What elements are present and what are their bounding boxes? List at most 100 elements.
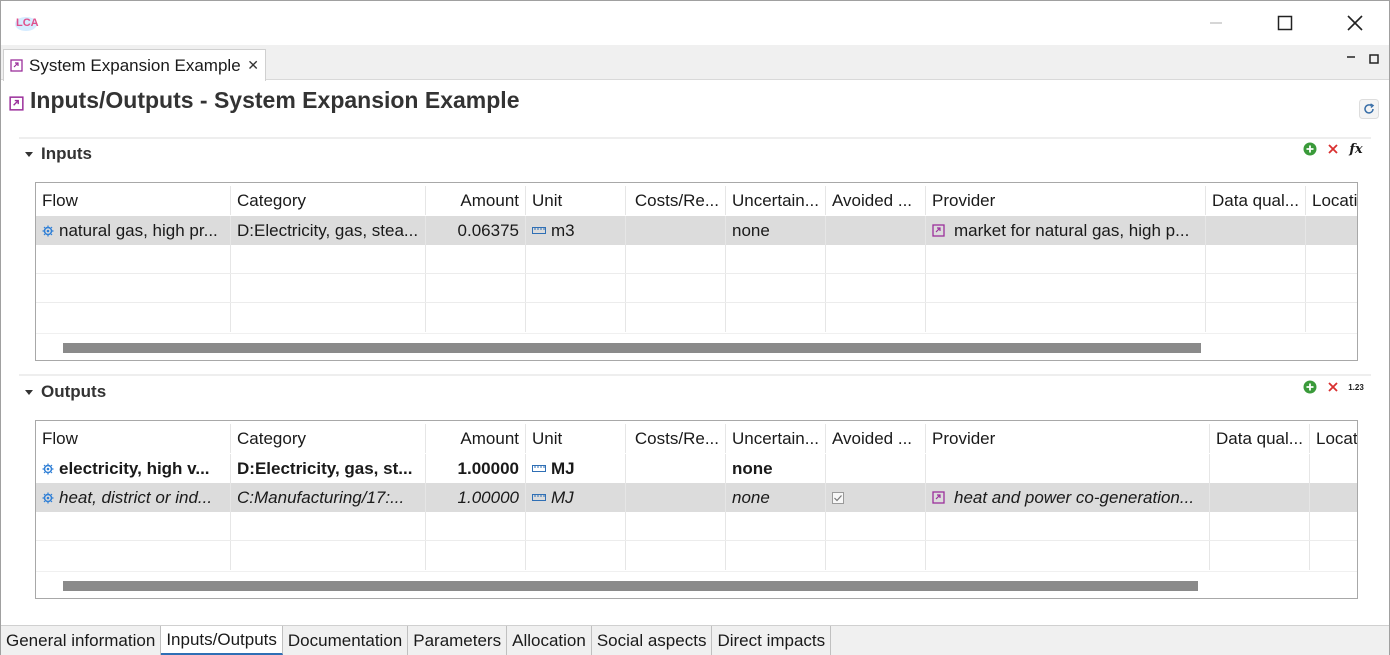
tab-general-information[interactable]: General information bbox=[1, 626, 162, 655]
col-header-data-quality[interactable]: Data qual... bbox=[1206, 186, 1306, 215]
unit-ruler-icon bbox=[532, 465, 546, 472]
unit-ruler-icon bbox=[532, 494, 546, 501]
scrollbar-thumb[interactable] bbox=[63, 581, 1198, 591]
editor-tab-system-expansion[interactable]: System Expansion Example ✕ bbox=[3, 49, 266, 81]
flow-cell[interactable]: natural gas, high pr... bbox=[36, 216, 231, 245]
col-header-costs[interactable]: Costs/Re... bbox=[626, 186, 726, 215]
outputs-toolbar: 1.23 bbox=[1303, 380, 1364, 394]
tab-allocation[interactable]: Allocation bbox=[507, 626, 592, 655]
col-header-avoided[interactable]: Avoided ... bbox=[826, 186, 926, 215]
data-quality-cell[interactable] bbox=[1206, 216, 1306, 245]
process-icon bbox=[9, 96, 24, 111]
maximize-editor-icon[interactable] bbox=[1368, 53, 1380, 65]
flow-cell[interactable]: heat, district or ind... bbox=[36, 483, 231, 512]
remove-output-button[interactable] bbox=[1326, 380, 1340, 394]
avoided-cell[interactable] bbox=[826, 483, 926, 512]
location-cell[interactable] bbox=[1310, 454, 1357, 483]
inputs-section-toggle[interactable]: Inputs bbox=[25, 144, 92, 164]
data-quality-cell[interactable] bbox=[1210, 454, 1310, 483]
provider-cell[interactable] bbox=[926, 454, 1210, 483]
location-cell[interactable] bbox=[1306, 216, 1357, 245]
uncertainty-cell[interactable]: none bbox=[726, 483, 826, 512]
amount-cell[interactable]: 1.00000 bbox=[426, 454, 526, 483]
formula-button[interactable]: fx bbox=[1349, 142, 1363, 157]
minimize-icon bbox=[1210, 22, 1222, 24]
number-format-icon: 1.23 bbox=[1348, 382, 1364, 392]
maximize-button[interactable] bbox=[1250, 1, 1320, 45]
unit-cell[interactable]: m3 bbox=[526, 216, 626, 245]
tab-social-aspects[interactable]: Social aspects bbox=[591, 626, 713, 655]
inputs-horizontal-scrollbar[interactable] bbox=[36, 333, 1357, 360]
col-header-unit[interactable]: Unit bbox=[526, 186, 626, 215]
avoided-checkbox-icon[interactable] bbox=[832, 491, 844, 504]
col-header-location[interactable]: Locat bbox=[1310, 424, 1357, 453]
flow-name: natural gas, high pr... bbox=[59, 220, 218, 240]
category-cell[interactable]: C:Manufacturing/17:... bbox=[231, 483, 426, 512]
costs-cell[interactable] bbox=[626, 454, 726, 483]
tab-inputs-outputs[interactable]: Inputs/Outputs bbox=[161, 626, 283, 655]
refresh-icon[interactable] bbox=[1359, 99, 1379, 119]
number-format-button[interactable]: 1.23 bbox=[1348, 380, 1364, 394]
col-header-avoided[interactable]: Avoided ... bbox=[826, 424, 926, 453]
flow-gear-icon bbox=[42, 492, 54, 503]
col-header-flow[interactable]: Flow bbox=[36, 186, 231, 215]
table-row[interactable]: natural gas, high pr... D:Electricity, g… bbox=[36, 216, 1357, 245]
col-header-costs[interactable]: Costs/Re... bbox=[626, 424, 726, 453]
avoided-cell[interactable] bbox=[826, 454, 926, 483]
col-header-uncertainty[interactable]: Uncertain... bbox=[726, 186, 826, 215]
col-header-data-quality[interactable]: Data qual... bbox=[1210, 424, 1310, 453]
location-cell[interactable] bbox=[1310, 483, 1357, 512]
editor-tab-strip: System Expansion Example ✕ bbox=[1, 45, 1389, 81]
close-window-button[interactable] bbox=[1320, 1, 1390, 45]
add-output-button[interactable] bbox=[1303, 380, 1317, 394]
uncertainty-cell[interactable]: none bbox=[726, 216, 826, 245]
close-icon bbox=[1347, 15, 1363, 31]
empty-row bbox=[36, 512, 1357, 541]
provider-cell[interactable]: market for natural gas, high p... bbox=[926, 216, 1206, 245]
col-header-uncertainty[interactable]: Uncertain... bbox=[726, 424, 826, 453]
tab-parameters[interactable]: Parameters bbox=[408, 626, 508, 655]
outputs-horizontal-scrollbar[interactable] bbox=[36, 571, 1357, 598]
col-header-flow[interactable]: Flow bbox=[36, 424, 231, 453]
table-row[interactable]: electricity, high v... D:Electricity, ga… bbox=[36, 454, 1357, 483]
close-tab-icon[interactable]: ✕ bbox=[247, 57, 259, 74]
col-header-provider[interactable]: Provider bbox=[926, 186, 1206, 215]
col-header-location[interactable]: Locati bbox=[1306, 186, 1357, 215]
scrollbar-thumb[interactable] bbox=[63, 343, 1201, 353]
col-header-amount[interactable]: Amount bbox=[426, 186, 526, 215]
data-quality-cell[interactable] bbox=[1210, 483, 1310, 512]
inputs-header-row: Flow Category Amount Unit Costs/Re... Un… bbox=[36, 186, 1357, 215]
remove-icon bbox=[1328, 144, 1338, 154]
uncertainty-cell[interactable]: none bbox=[726, 454, 826, 483]
amount-cell[interactable]: 1.00000 bbox=[426, 483, 526, 512]
col-header-unit[interactable]: Unit bbox=[526, 424, 626, 453]
provider-cell[interactable]: heat and power co-generation... bbox=[926, 483, 1210, 512]
avoided-cell[interactable] bbox=[826, 216, 926, 245]
outputs-section-toggle[interactable]: Outputs bbox=[25, 382, 106, 402]
unit-cell[interactable]: MJ bbox=[526, 454, 626, 483]
tab-documentation[interactable]: Documentation bbox=[282, 626, 409, 655]
svg-text:LCA: LCA bbox=[16, 17, 39, 29]
table-row[interactable]: heat, district or ind... C:Manufacturing… bbox=[36, 483, 1357, 512]
empty-row bbox=[36, 303, 1357, 332]
category-cell[interactable]: D:Electricity, gas, stea... bbox=[231, 216, 426, 245]
amount-cell[interactable]: 0.06375 bbox=[426, 216, 526, 245]
minimize-editor-icon[interactable] bbox=[1345, 53, 1357, 65]
col-header-category[interactable]: Category bbox=[231, 424, 426, 453]
add-input-button[interactable] bbox=[1303, 142, 1317, 156]
provider-name: heat and power co-generation... bbox=[954, 487, 1195, 507]
costs-cell[interactable] bbox=[626, 216, 726, 245]
category-cell[interactable]: D:Electricity, gas, st... bbox=[231, 454, 426, 483]
minimize-button[interactable] bbox=[1181, 1, 1251, 45]
unit-cell[interactable]: MJ bbox=[526, 483, 626, 512]
flow-cell[interactable]: electricity, high v... bbox=[36, 454, 231, 483]
page-header: Inputs/Outputs - System Expansion Exampl… bbox=[9, 87, 519, 114]
process-icon bbox=[932, 224, 945, 237]
tab-direct-impacts[interactable]: Direct impacts bbox=[712, 626, 832, 655]
costs-cell[interactable] bbox=[626, 483, 726, 512]
col-header-provider[interactable]: Provider bbox=[926, 424, 1210, 453]
inputs-section-title: Inputs bbox=[41, 144, 92, 163]
col-header-category[interactable]: Category bbox=[231, 186, 426, 215]
remove-input-button[interactable] bbox=[1326, 142, 1340, 156]
col-header-amount[interactable]: Amount bbox=[426, 424, 526, 453]
